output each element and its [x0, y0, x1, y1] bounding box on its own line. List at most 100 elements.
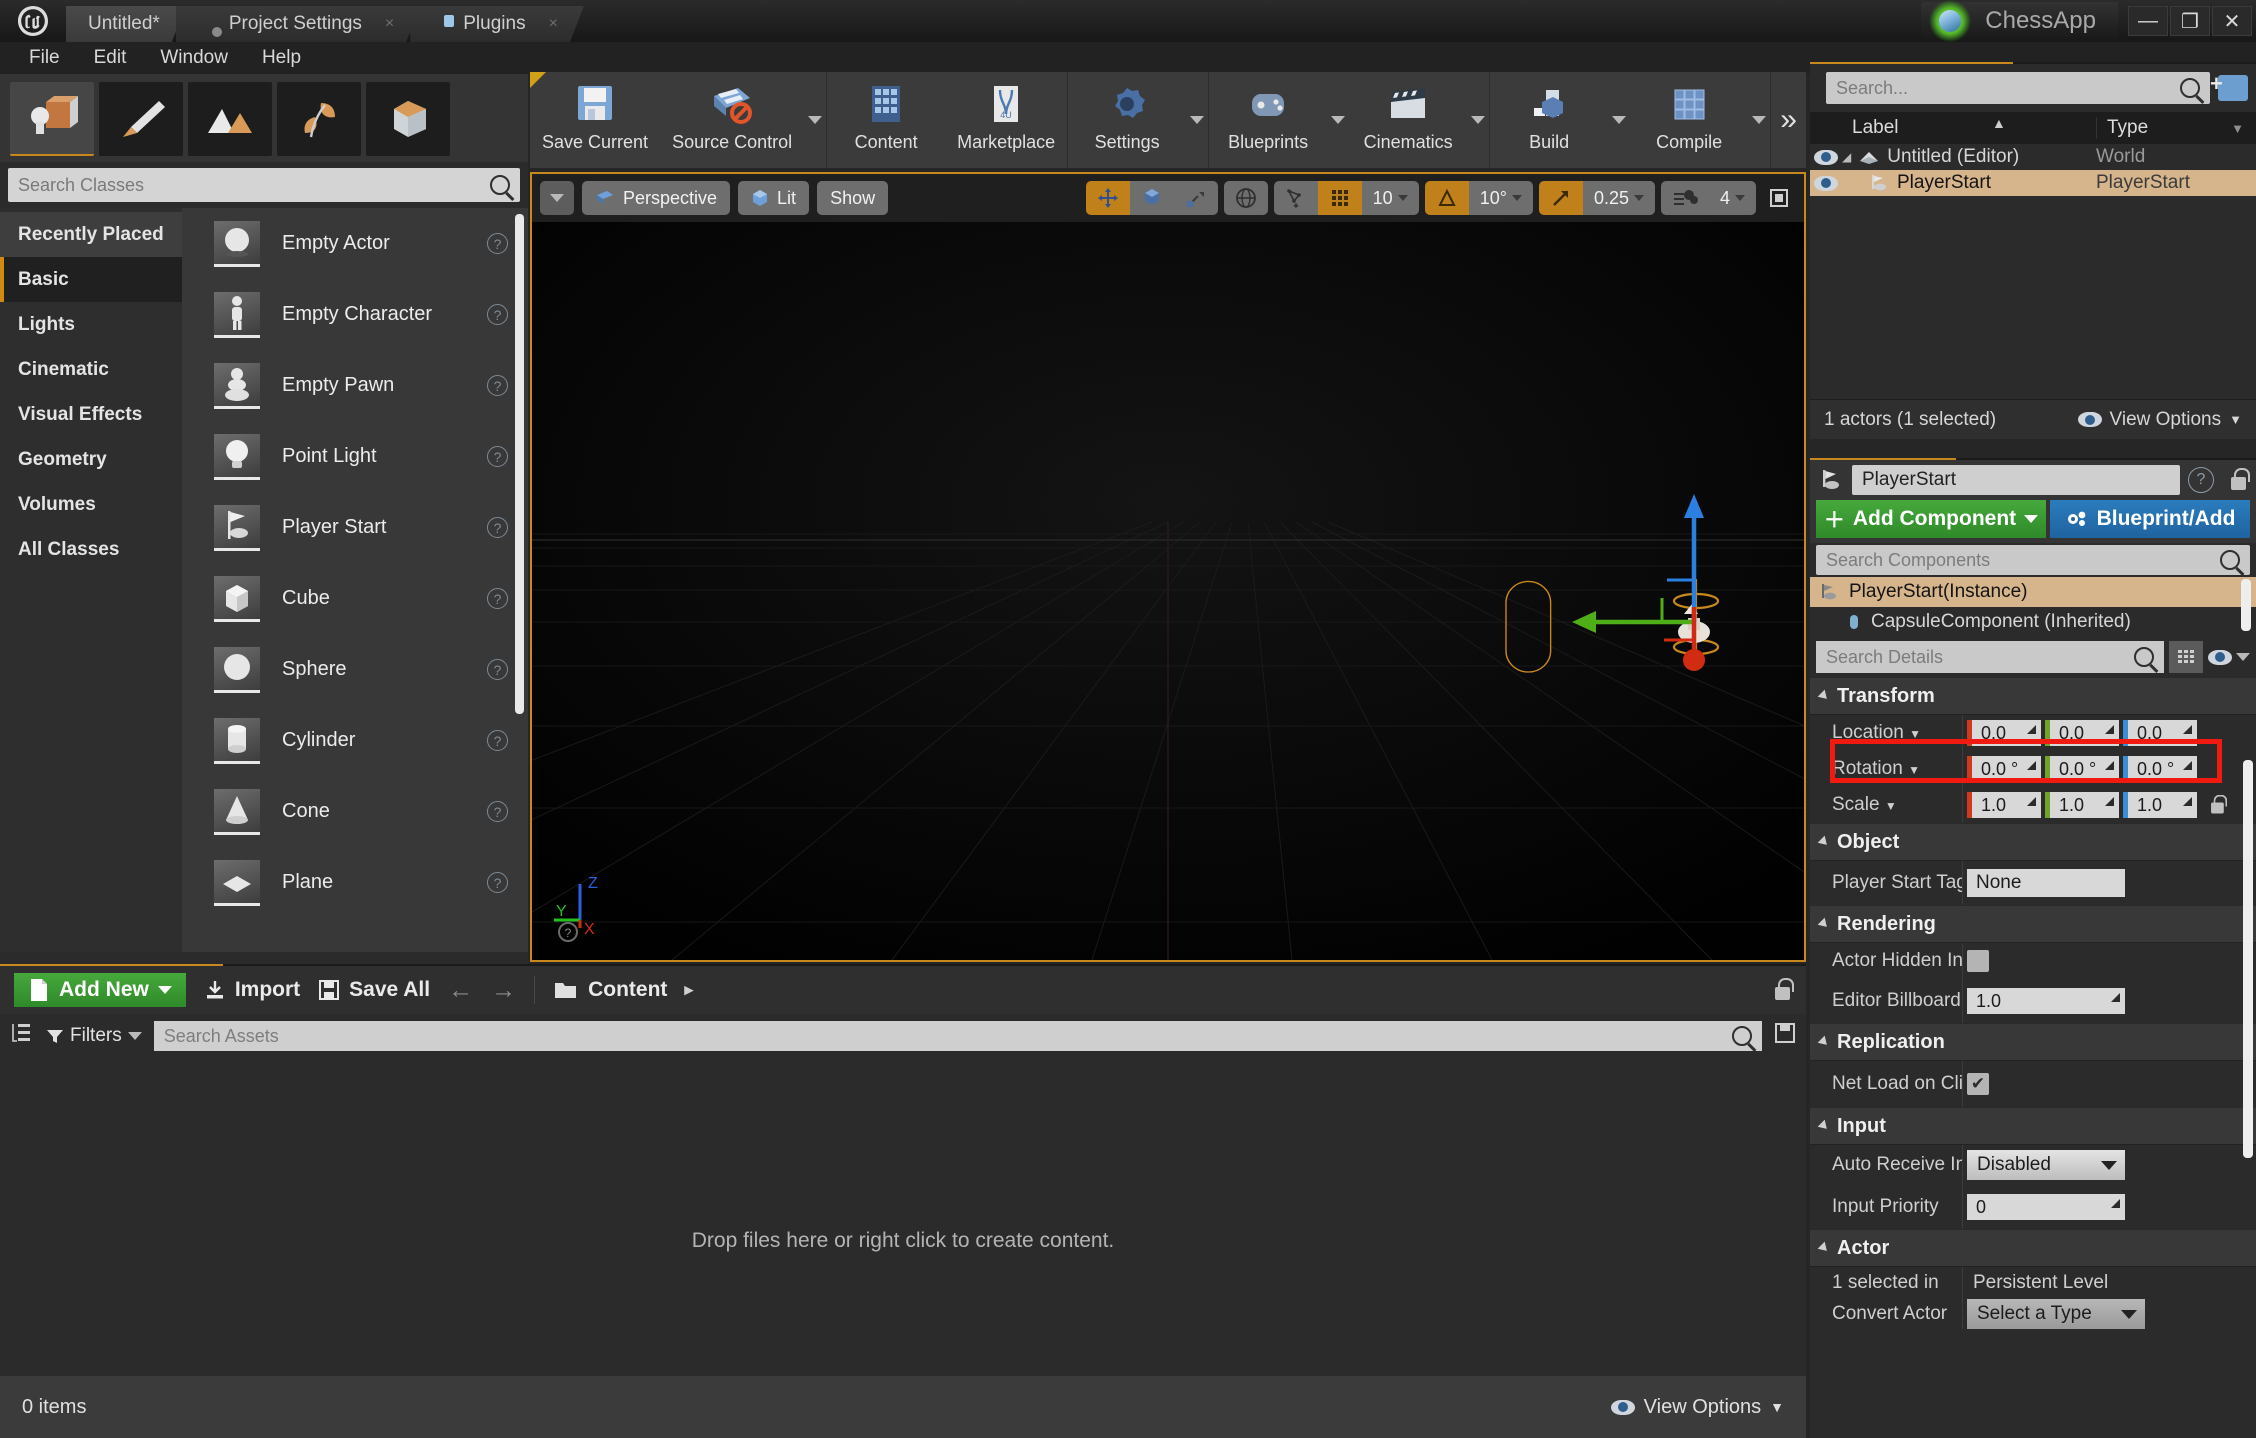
player-start-tag-input[interactable]: None — [1967, 869, 2125, 897]
outliner-search-input[interactable] — [1836, 77, 2180, 99]
toolbar-overflow-button[interactable]: » — [1771, 72, 1806, 168]
paint-mode-button[interactable] — [99, 82, 183, 156]
location-y-input[interactable]: 0.0 — [2045, 720, 2119, 746]
help-icon[interactable]: ? — [487, 233, 508, 254]
close-icon[interactable]: × — [385, 15, 394, 33]
details-view-options[interactable] — [2208, 649, 2250, 665]
save-all-button[interactable]: Save All — [318, 978, 430, 1002]
unlock-icon[interactable] — [2228, 468, 2250, 492]
cinematics-dropdown[interactable] — [1467, 72, 1489, 168]
help-icon[interactable]: ? — [2188, 467, 2214, 493]
tab-project-settings[interactable]: Project Settings × — [176, 6, 420, 42]
maximize-viewport-button[interactable] — [1762, 187, 1796, 209]
sidebar-item-cinematic[interactable]: Cinematic — [0, 347, 182, 392]
source-control-button[interactable]: Source Control — [660, 72, 804, 168]
place-mode-button[interactable] — [10, 82, 94, 156]
breadcrumb[interactable]: Content ▸ — [553, 978, 693, 1002]
chevron-down-icon[interactable]: ▼ — [1909, 727, 1921, 741]
actor-hidden-checkbox[interactable] — [1967, 950, 1989, 972]
section-rendering[interactable]: Rendering — [1810, 905, 2256, 943]
blueprints-button[interactable]: Blueprints — [1209, 72, 1327, 168]
asset-drop-area[interactable]: Drop files here or right click to create… — [0, 1106, 1806, 1376]
search-details-input[interactable] — [1826, 646, 2134, 668]
help-icon[interactable]: ? — [487, 375, 508, 396]
rotate-mode-button[interactable] — [1129, 181, 1174, 215]
add-component-button[interactable]: ＋ Add Component — [1816, 500, 2046, 538]
list-item[interactable]: Cone ? — [182, 776, 528, 847]
scale-lock-icon[interactable] — [2209, 794, 2228, 815]
landscape-mode-button[interactable] — [188, 82, 272, 156]
details-filter-button[interactable] — [2169, 641, 2203, 673]
help-icon[interactable]: ? — [487, 730, 508, 751]
new-folder-icon[interactable] — [2210, 71, 2248, 101]
menu-window[interactable]: Window — [143, 43, 245, 73]
section-actor[interactable]: Actor — [1810, 1229, 2256, 1267]
blueprints-dropdown[interactable] — [1327, 72, 1349, 168]
list-item[interactable]: Point Light ? — [182, 421, 528, 492]
net-load-checkbox[interactable]: ✔ — [1967, 1073, 1989, 1095]
settings-button[interactable]: Settings — [1068, 72, 1186, 168]
foliage-mode-button[interactable] — [277, 82, 361, 156]
tab-untitled[interactable]: Untitled* — [66, 6, 186, 42]
sources-panel-toggle[interactable] — [10, 1022, 34, 1050]
camera-speed-icon[interactable] — [1660, 181, 1709, 215]
help-icon[interactable]: ? — [487, 517, 508, 538]
filters-button[interactable]: Filters — [46, 1025, 142, 1047]
build-dropdown[interactable] — [1608, 72, 1630, 168]
table-row[interactable]: ◢ Untitled (Editor) World — [1810, 144, 2256, 170]
surface-snap-button[interactable] — [1273, 181, 1318, 215]
content-button[interactable]: Content — [827, 72, 945, 168]
help-icon[interactable]: ? — [487, 872, 508, 893]
list-item[interactable]: Empty Character ? — [182, 279, 528, 350]
list-scrollbar[interactable] — [515, 214, 524, 714]
nav-forward-button[interactable]: → — [491, 976, 516, 1005]
scale-x-input[interactable]: 1.0 — [1967, 792, 2041, 818]
menu-edit[interactable]: Edit — [77, 43, 144, 73]
section-replication[interactable]: Replication — [1810, 1023, 2256, 1061]
search-components-box[interactable] — [1816, 545, 2250, 575]
section-transform[interactable]: Transform — [1810, 677, 2256, 715]
chevron-down-icon[interactable]: ▼ — [1908, 763, 1920, 777]
viewport-options-button[interactable] — [540, 181, 574, 215]
compile-button[interactable]: Compile — [1630, 72, 1748, 168]
section-object[interactable]: Object — [1810, 823, 2256, 861]
help-icon[interactable]: ? — [487, 304, 508, 325]
add-new-button[interactable]: Add New — [14, 973, 186, 1007]
list-item[interactable]: Cylinder ? — [182, 705, 528, 776]
help-icon[interactable]: ? — [487, 446, 508, 467]
search-assets-input[interactable] — [163, 1025, 1732, 1047]
column-header-label[interactable]: Label ▲ — [1842, 115, 2096, 139]
marketplace-button[interactable]: 4U Marketplace — [945, 72, 1067, 168]
perspective-button[interactable]: Perspective — [582, 181, 731, 215]
location-x-input[interactable]: 0.0 — [1967, 720, 2041, 746]
search-classes-input[interactable] — [18, 174, 490, 196]
translate-mode-button[interactable] — [1085, 181, 1130, 215]
angle-snap-toggle[interactable] — [1424, 181, 1469, 215]
list-item[interactable]: Plane ? — [182, 847, 528, 918]
details-scrollbar[interactable] — [2243, 760, 2253, 1158]
visibility-eye-icon[interactable] — [1810, 149, 1842, 165]
help-icon[interactable]: ? — [487, 588, 508, 609]
sidebar-item-lights[interactable]: Lights — [0, 302, 182, 347]
sidebar-item-all-classes[interactable]: All Classes — [0, 527, 182, 572]
rotation-z-input[interactable]: 0.0 ° — [2123, 756, 2197, 782]
compile-dropdown[interactable] — [1748, 72, 1770, 168]
search-details-box[interactable] — [1816, 641, 2164, 673]
expand-triangle-icon[interactable]: ◢ — [1842, 150, 1851, 164]
input-priority-input[interactable]: 0 — [1967, 1194, 2125, 1220]
sidebar-item-geometry[interactable]: Geometry — [0, 437, 182, 482]
build-button[interactable]: Build — [1490, 72, 1608, 168]
geometry-editing-mode-button[interactable] — [366, 82, 450, 156]
scale-snap-toggle[interactable] — [1538, 181, 1583, 215]
save-search-button[interactable] — [1774, 1022, 1796, 1050]
cinematics-button[interactable]: Cinematics — [1349, 72, 1467, 168]
angle-snap-value[interactable]: 10° — [1468, 181, 1533, 215]
search-assets-box[interactable] — [153, 1021, 1762, 1051]
sidebar-item-basic[interactable]: Basic — [0, 257, 182, 302]
list-item[interactable]: Empty Actor ? — [182, 208, 528, 279]
actor-name-field[interactable]: PlayerStart — [1852, 465, 2180, 495]
lit-button[interactable]: Lit — [738, 181, 810, 215]
save-current-button[interactable]: Save Current — [530, 72, 660, 168]
level-viewport[interactable]: Perspective Lit Show 10 10° 0.25 4 Z Y X… — [530, 172, 1806, 962]
import-button[interactable]: Import — [204, 978, 300, 1002]
